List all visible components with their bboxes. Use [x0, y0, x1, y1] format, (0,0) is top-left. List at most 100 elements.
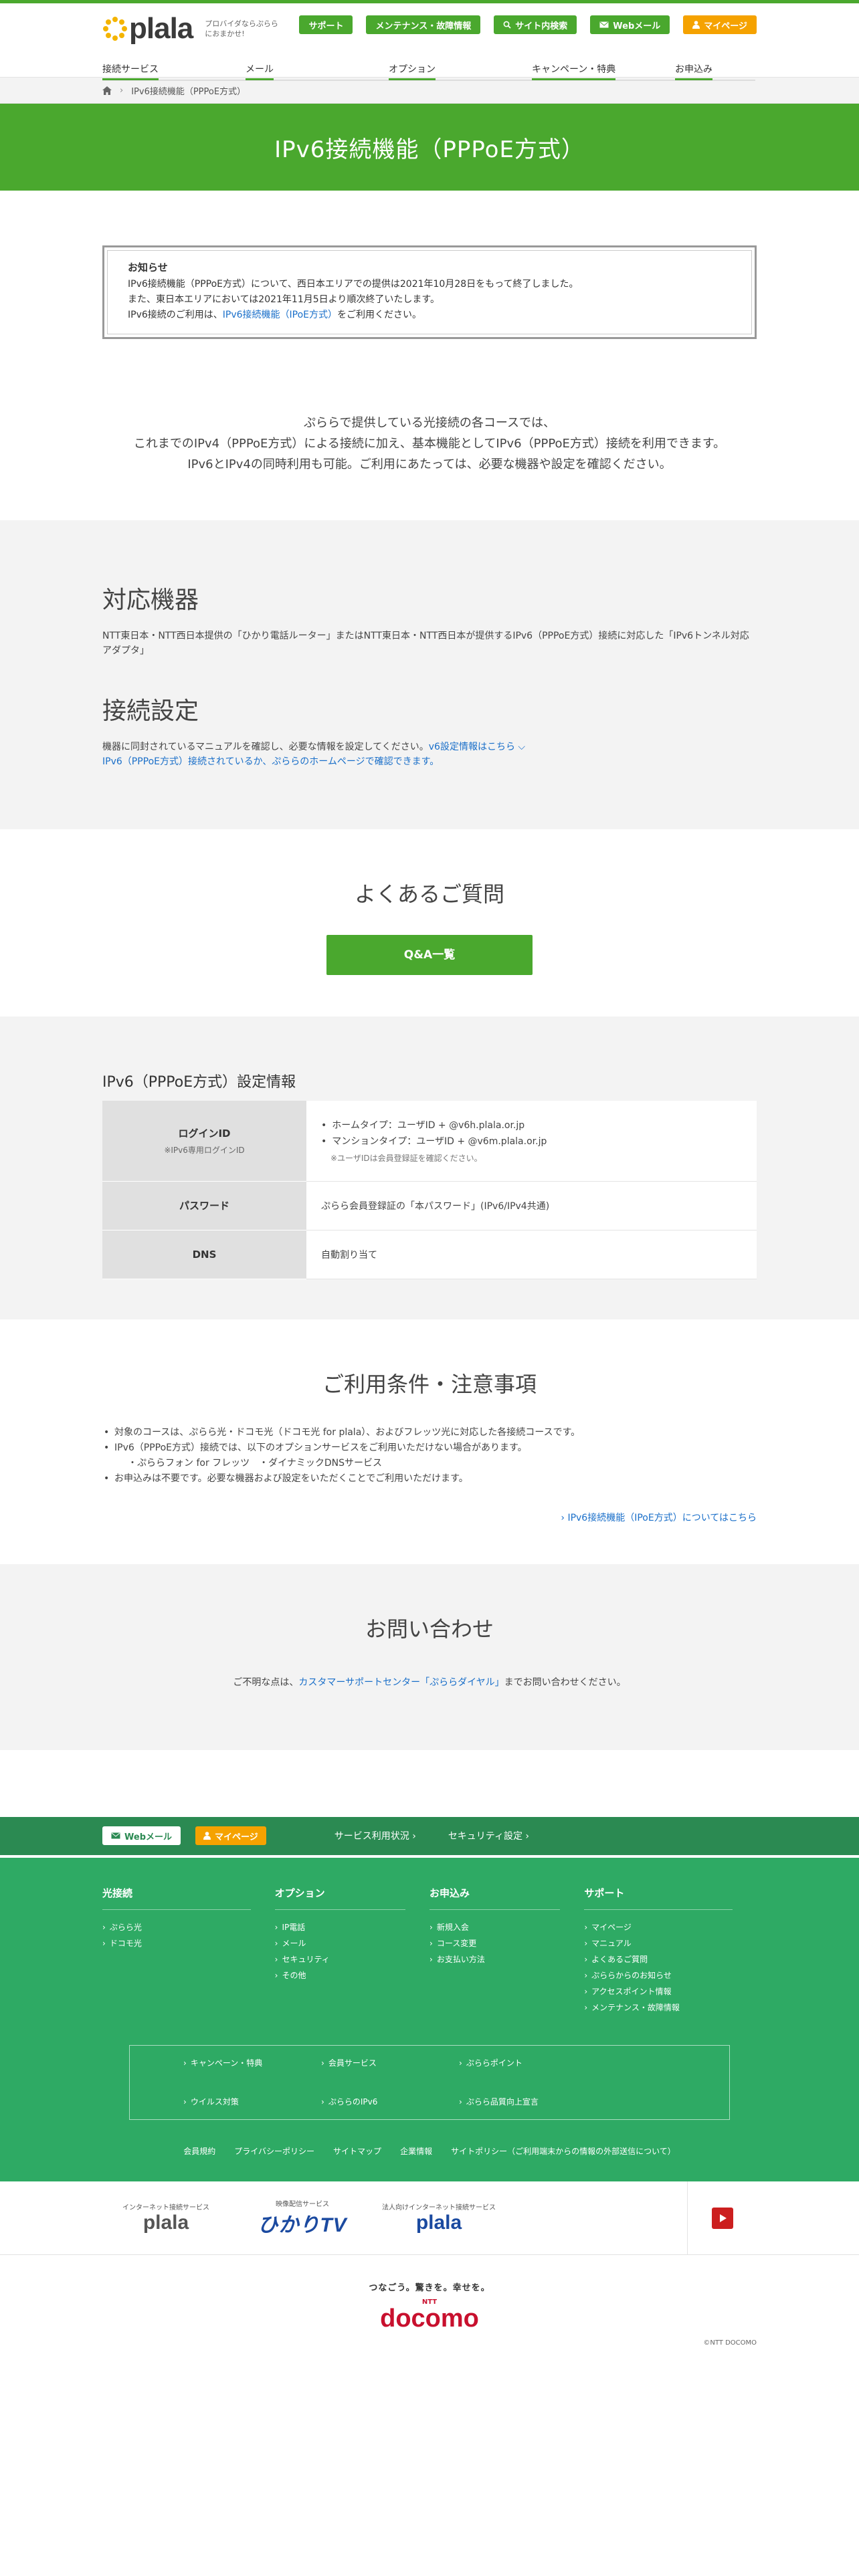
footer-quick-bar: Webメール マイページ サービス利用状況 › セキュリティ設定 › — [0, 1816, 859, 1855]
list-item[interactable]: セキュリティ — [275, 1951, 430, 1967]
webmail-button[interactable]: Webメール — [590, 15, 670, 34]
maintenance-button[interactable]: メンテナンス・故障情報 — [366, 15, 481, 34]
login-id-label: ログインID — [178, 1127, 231, 1140]
setup-text: 機器に同封されているマニュアルを確認し、必要な情報を設定してください。v6設定情… — [102, 740, 757, 769]
intro-text: ぷららで提供している光接続の各コースでは、 これまでのIPv4（PPPoE方式）… — [102, 413, 757, 475]
list-item[interactable]: ドコモ光 — [102, 1935, 275, 1951]
footer-mypage-label: マイページ — [215, 1832, 258, 1842]
security-settings-label: セキュリティ設定 — [448, 1831, 522, 1842]
page-title: IPv6接続機能（PPPoE方式） — [274, 136, 585, 163]
qa-list-button[interactable]: Q&A一覧 — [326, 935, 533, 975]
docomo-slogan: つなごう。驚きを。幸せを。 — [369, 2282, 490, 2293]
chevron-right-icon: › — [561, 1512, 565, 1523]
list-item[interactable]: 新規入会 — [430, 1919, 584, 1935]
footer-bottom-link[interactable]: 会員規約 — [183, 2145, 215, 2157]
list-item[interactable]: メンテナンス・故障情報 — [584, 2000, 757, 2016]
list-item: 対象のコースは、ぷらら光・ドコモ光（ドコモ光 for plala）、およびフレッ… — [102, 1425, 757, 1440]
brand-plala-business[interactable]: 法人向けインターネット接続サービス plala — [375, 2202, 502, 2234]
ipoe-link[interactable]: IPv6接続機能（IPoE方式） — [223, 310, 337, 320]
docomo-area: つなごう。驚きを。幸せを。 NTT docomo ©NTT DOCOMO — [102, 2255, 757, 2349]
settings-section: IPv6（PPPoE方式）設定情報 ログインID ※IPv6専用ログインID ホー… — [0, 1016, 859, 1319]
footer-box-link[interactable]: ぷららポイント — [459, 2044, 597, 2082]
list-item[interactable]: アクセスポイント情報 — [584, 1983, 757, 2000]
footer-col-support: サポート マイページ マニュアル よくあるご質問 ぷららからのお知らせ アクセス… — [584, 1886, 757, 2016]
footer-webmail-label: Webメール — [124, 1832, 172, 1842]
mypage-label: マイページ — [704, 21, 747, 31]
footer-main: 光接続 ぷらら光 ドコモ光 オプション IP電話 メール セキュリティ その他 — [0, 1854, 859, 2181]
site-header: plala プロバイダならぷららにおまかせ! サポート メンテナンス・故障情報 … — [0, 3, 859, 81]
table-row: ログインID ※IPv6専用ログインID ホームタイプ：ユーザID + @v6h.… — [102, 1101, 757, 1182]
footer-box-link[interactable]: ぷららのIPv6 — [321, 2082, 459, 2121]
table-row: パスワード ぷらら会員登録証の「本パスワード」(IPv6/IPv4共通) — [102, 1181, 757, 1230]
list-item[interactable]: マニュアル — [584, 1935, 757, 1951]
sunflower-icon — [102, 16, 128, 41]
breadcrumb-separator-icon: › — [120, 85, 124, 96]
site-search-button[interactable]: サイト内検索 — [494, 15, 577, 34]
list-item[interactable]: ぷららからのお知らせ — [584, 1967, 757, 1983]
breadcrumb-current: IPv6接続機能（PPPoE方式） — [131, 86, 246, 97]
brand-plala[interactable]: インターネット接続サービス plala — [102, 2202, 229, 2234]
conditions-section: ご利用条件・注意事項 対象のコースは、ぷらら光・ドコモ光（ドコモ光 for pl… — [0, 1319, 859, 1564]
setup-title: 接続設定 — [102, 697, 199, 725]
footer-bottom-link[interactable]: 企業情報 — [400, 2145, 432, 2157]
intro-line-2: これまでのIPv4（PPPoE方式）による接続に加え、基本機能としてIPv6（P… — [133, 437, 726, 451]
list-item[interactable]: メール — [275, 1935, 430, 1951]
security-settings-link[interactable]: セキュリティ設定 › — [448, 1829, 529, 1842]
list-item[interactable]: マイページ — [584, 1919, 757, 1935]
footer-webmail-button[interactable]: Webメール — [102, 1826, 181, 1845]
brand-logo-text: ひかりTV — [258, 2214, 347, 2236]
list-item[interactable]: お支払い方法 — [430, 1951, 584, 1967]
mypage-button[interactable]: マイページ — [683, 15, 757, 34]
user-icon — [203, 1832, 211, 1840]
footer-link-box: キャンペーン・特典 会員サービス ぷららポイント ウイルス対策 ぷららのIPv6… — [129, 2044, 730, 2121]
devices-section: 対応機器 NTT東日本・NTT西日本提供の「ひかり電話ルーター」またはNTT東日… — [0, 520, 859, 829]
support-center-link[interactable]: カスタマーサポートセンター「ぷららダイヤル」 — [298, 1677, 504, 1688]
brand-label: 法人向けインターネット接続サービス — [382, 2204, 496, 2212]
list-item[interactable]: IP電話 — [275, 1919, 430, 1935]
list-item[interactable]: コース変更 — [430, 1935, 584, 1951]
brand-hikari-tv[interactable]: 映像配信サービス ひかりTV — [239, 2198, 366, 2238]
password-header: パスワード — [102, 1181, 306, 1230]
connection-check-link[interactable]: IPv6（PPPoE方式）接続されているか、ぷららのホームページで確認できます。 — [102, 756, 439, 767]
user-icon — [692, 21, 700, 29]
footer-box-link[interactable]: ぷらら品質向上宣言 — [459, 2082, 597, 2121]
contact-title: お問い合わせ — [365, 1616, 494, 1642]
login-id-header: ログインID ※IPv6専用ログインID — [102, 1101, 306, 1182]
footer-bottom-link[interactable]: プライバシーポリシー — [234, 2145, 314, 2157]
support-button[interactable]: サポート — [299, 15, 353, 34]
footer-bottom-link[interactable]: サイトマップ — [333, 2145, 381, 2157]
site-footer: Webメール マイページ サービス利用状況 › セキュリティ設定 › 光接続 ぷ… — [0, 1816, 859, 2349]
footer-box-link[interactable]: 会員サービス — [321, 2044, 459, 2082]
home-icon[interactable] — [102, 86, 112, 95]
footer-col-title: オプション — [274, 1886, 405, 1910]
devices-title: 対応機器 — [102, 586, 199, 614]
notice-line-3-post: をご利用ください。 — [337, 310, 422, 320]
contact-text: ご不明な点は、カスタマーサポートセンター「ぷららダイヤル」までお問い合わせくださ… — [0, 1675, 859, 1689]
login-id-sublabel: ※IPv6専用ログインID — [164, 1145, 245, 1155]
ipoe-more-link[interactable]: IPv6接続機能（IPoE方式）についてはこちら — [567, 1513, 757, 1523]
docomo-logo[interactable]: docomo — [102, 2306, 757, 2331]
ipoe-more-link-wrap: › IPv6接続機能（IPoE方式）についてはこちら — [102, 1511, 757, 1524]
footer-bottom-link[interactable]: サイトポリシー（ご利用端末からの情報の外部送信について） — [451, 2145, 676, 2157]
contact-section: お問い合わせ ご不明な点は、カスタマーサポートセンター「ぷららダイヤル」までお問… — [0, 1564, 859, 1750]
footer-col-option: オプション IP電話 メール セキュリティ その他 — [274, 1886, 430, 2016]
list-item[interactable]: よくあるご質問 — [584, 1951, 757, 1967]
list-item: お申込みは不要です。必要な機器および設定をいただくことでご利用いただけます。 — [102, 1471, 757, 1487]
list-item[interactable]: その他 — [275, 1967, 430, 1983]
footer-mypage-button[interactable]: マイページ — [195, 1826, 266, 1845]
notice-title: お知らせ — [128, 261, 168, 274]
footer-box-link[interactable]: ウイルス対策 — [183, 2082, 321, 2121]
plala-logo[interactable]: plala プロバイダならぷららにおまかせ! — [102, 14, 278, 43]
list-item[interactable]: ぷらら光 — [102, 1919, 275, 1935]
conditions-list: 対象のコースは、ぷらら光・ドコモ光（ドコモ光 for plala）、およびフレッ… — [102, 1425, 757, 1487]
usage-status-link[interactable]: サービス利用状況 › — [335, 1829, 416, 1842]
youtube-link[interactable] — [687, 2181, 757, 2255]
footer-box-link[interactable]: キャンペーン・特典 — [183, 2044, 321, 2082]
conditions-title: ご利用条件・注意事項 — [322, 1371, 537, 1397]
hero-banner: IPv6接続機能（PPPoE方式） — [0, 104, 859, 191]
login-id-cell: ホームタイプ：ユーザID + @v6h.plala.or.jp マンションタイプ… — [306, 1101, 757, 1182]
footer-col-connection: 光接続 ぷらら光 ドコモ光 — [102, 1886, 275, 2016]
intro-line-1: ぷららで提供している光接続の各コースでは、 — [303, 416, 556, 430]
v6-settings-link[interactable]: v6設定情報はこちら ⌵ — [429, 742, 525, 752]
table-row: DNS 自動割り当て — [102, 1230, 757, 1279]
